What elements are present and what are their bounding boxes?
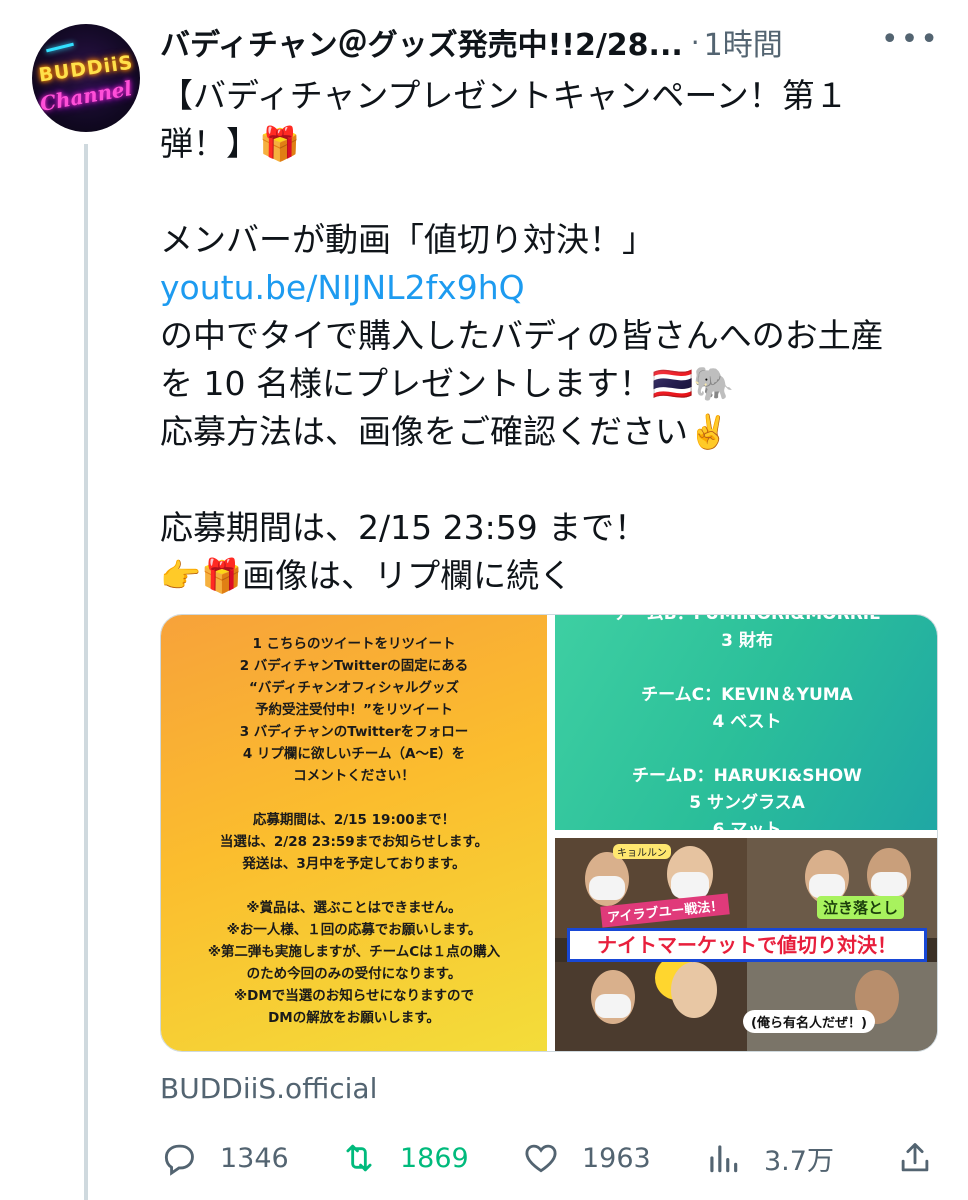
timestamp[interactable]: 1時間	[704, 20, 783, 64]
reply-count: 1346	[220, 1142, 289, 1174]
face-mask	[809, 874, 845, 898]
like-count: 1963	[582, 1142, 651, 1174]
avatar-neon-streak	[46, 42, 74, 53]
thumbnail-banner: ナイトマーケットで値切り対決！	[567, 928, 927, 962]
person-face	[671, 962, 717, 1018]
youtube-link[interactable]: youtu.be/NIJNL2fx9hQ	[160, 268, 525, 307]
share-icon	[901, 1143, 929, 1172]
share-button[interactable]	[896, 1130, 956, 1186]
reply-button[interactable]: 1346	[160, 1130, 289, 1186]
media-image-rules[interactable]: 1 こちらのツイートをリツイート 2 バディチャンTwitterの固定にある “…	[161, 615, 547, 1051]
caption-tag: キョルルン	[613, 844, 671, 859]
face-mask	[671, 872, 709, 898]
card-source[interactable]: BUDDiiS.official	[160, 1072, 377, 1105]
tweet-line: 応募方法は、画像をご確認ください✌️	[160, 412, 730, 451]
retweet-count: 1869	[400, 1142, 469, 1174]
tweet-line: の中でタイで購入したバディの皆さんへのお土産	[160, 316, 884, 355]
media-image-thumbnail[interactable]: キョルルン アイラブユー戦法！ 泣き落とし ナイトマーケットで値切り対決！ (俺…	[555, 838, 937, 1051]
like-button[interactable]: 1963	[522, 1130, 651, 1186]
reply-icon	[164, 1144, 194, 1176]
tweet-text: 【バディチャンプレゼントキャンペーン！第１ 弾！】🎁 メンバーが動画「値切り対決…	[160, 72, 950, 600]
caption-tag: (俺ら有名人だぜ！)	[743, 1010, 875, 1033]
tweet-line: メンバーが動画「値切り対決！」	[160, 220, 655, 259]
analytics-icon	[710, 1145, 738, 1173]
heart-icon	[525, 1144, 557, 1173]
tweet-line: 【バディチャンプレゼントキャンペーン！第１	[160, 76, 848, 115]
views-count: 3.7万	[764, 1145, 834, 1177]
prizes-text: チームB：FUMINORI&MORRIE 3 財布 チームC：KEVIN＆YUM…	[613, 615, 881, 830]
photo-background	[747, 962, 937, 1051]
face-mask	[595, 994, 631, 1018]
tweet-line: 👉🎁画像は、リプ欄に続く	[160, 556, 573, 595]
caption-tag: 泣き落とし	[817, 896, 905, 919]
face-mask	[589, 876, 625, 900]
rules-text: 1 こちらのツイートをリツイート 2 バディチャンTwitterの固定にある “…	[207, 636, 501, 1026]
separator-dot: ·	[690, 25, 700, 59]
tweet-line: 応募期間は、2/15 23:59 まで！	[160, 508, 648, 547]
tweet-line: 弾！】🎁	[160, 124, 301, 163]
retweet-button[interactable]: 1869	[340, 1130, 469, 1186]
tweet-line: を 10 名様にプレゼントします！🇹🇭🐘	[160, 364, 735, 403]
avatar[interactable]: BUDDiiS Channel	[32, 24, 140, 132]
media-grid: 1 こちらのツイートをリツイート 2 バディチャンTwitterの固定にある “…	[160, 614, 938, 1052]
face-mask	[871, 872, 907, 896]
views-button[interactable]: 3.7万	[704, 1130, 834, 1186]
photo-background	[555, 962, 747, 1051]
action-bar: 1346 1869 1963 3.7万	[160, 1130, 950, 1186]
tweet-header: バディチャン＠グッズ発売中!!2/28... · 1時間 •••	[160, 18, 950, 66]
display-name[interactable]: バディチャン＠グッズ発売中!!2/28...	[160, 20, 683, 64]
media-image-prizes[interactable]: チームB：FUMINORI&MORRIE 3 財布 チームC：KEVIN＆YUM…	[555, 615, 937, 830]
thread-line	[84, 144, 88, 1200]
retweet-icon	[346, 1144, 372, 1172]
more-horizontal-icon[interactable]: •••	[881, 22, 940, 57]
